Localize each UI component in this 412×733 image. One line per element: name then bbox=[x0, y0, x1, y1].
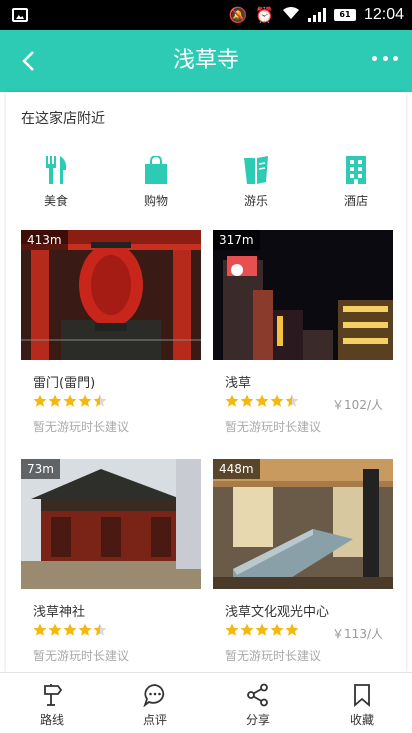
nearby-card: 在这家店附近 美食 购物 游乐 酒店 413m 雷门(雷門) 暂无游玩时长建议 … bbox=[6, 92, 406, 672]
place-card[interactable]: 73m 浅草神社 暂无游玩时长建议 bbox=[21, 459, 201, 664]
category-label: 美食 bbox=[43, 194, 68, 208]
star-icon bbox=[270, 394, 284, 407]
star-icon bbox=[240, 623, 254, 636]
share-icon bbox=[247, 683, 268, 707]
distance-badge: 73m bbox=[21, 459, 60, 479]
star-icon bbox=[33, 394, 47, 407]
tab-label: 路线 bbox=[39, 713, 64, 727]
star-icon bbox=[63, 394, 77, 407]
battery-icon: 61 bbox=[333, 9, 356, 21]
category-row: 美食 购物 游乐 酒店 bbox=[6, 156, 406, 216]
duration-hint: 暂无游玩时长建议 bbox=[33, 649, 130, 663]
place-price: ￥102/人 bbox=[332, 398, 383, 412]
place-name: 浅草神社 bbox=[33, 605, 86, 620]
category-label: 游乐 bbox=[243, 194, 268, 208]
status-bar: 🔕 ⏰ 61 12:04 bbox=[0, 0, 412, 30]
place-photo: 413m bbox=[21, 230, 201, 360]
distance-badge: 448m bbox=[213, 459, 260, 479]
rating-stars bbox=[225, 623, 299, 637]
alarm-icon: ⏰ bbox=[255, 6, 274, 24]
place-card[interactable]: 448m 浅草文化观光中心 ￥113/人 暂无游玩时长建议 bbox=[213, 459, 393, 664]
star-icon bbox=[255, 623, 269, 636]
star-icon bbox=[78, 394, 92, 407]
signpost-icon bbox=[44, 684, 63, 706]
more-button[interactable] bbox=[372, 56, 398, 66]
app-header: 浅草寺 bbox=[0, 30, 412, 92]
rating-stars bbox=[33, 394, 107, 408]
tab-label: 收藏 bbox=[349, 713, 374, 727]
place-name: 浅草 bbox=[225, 376, 252, 391]
bottom-action-bar: 路线 点评 分享 收藏 bbox=[0, 672, 412, 733]
rating-stars bbox=[225, 394, 299, 408]
tab-label: 点评 bbox=[142, 713, 167, 727]
section-title: 在这家店附近 bbox=[21, 111, 105, 127]
route-button[interactable]: 路线 bbox=[22, 683, 82, 728]
review-button[interactable]: 点评 bbox=[125, 683, 185, 728]
distance-badge: 413m bbox=[21, 230, 68, 250]
image-notification-icon bbox=[12, 8, 28, 22]
comment-icon bbox=[143, 684, 165, 707]
place-price: ￥113/人 bbox=[332, 627, 383, 641]
mute-icon: 🔕 bbox=[228, 6, 248, 24]
signal-icon bbox=[307, 8, 326, 22]
star-icon bbox=[63, 623, 77, 636]
place-name: 雷门(雷門) bbox=[33, 376, 96, 391]
category-entertainment[interactable]: 游乐 bbox=[216, 156, 296, 209]
star-icon bbox=[33, 623, 47, 636]
category-hotel[interactable]: 酒店 bbox=[316, 156, 396, 209]
star-icon bbox=[285, 623, 299, 636]
star-icon bbox=[285, 394, 299, 407]
star-icon bbox=[78, 623, 92, 636]
star-icon bbox=[48, 623, 62, 636]
building-icon bbox=[346, 156, 366, 184]
duration-hint: 暂无游玩时长建议 bbox=[225, 649, 322, 663]
category-label: 购物 bbox=[143, 194, 168, 208]
place-photo: 73m bbox=[21, 459, 201, 589]
distance-badge: 317m bbox=[213, 230, 260, 250]
star-icon bbox=[225, 394, 239, 407]
page-title: 浅草寺 bbox=[172, 48, 239, 73]
share-button[interactable]: 分享 bbox=[228, 683, 288, 728]
star-icon bbox=[255, 394, 269, 407]
star-icon bbox=[240, 394, 254, 407]
shopping-bag-icon bbox=[145, 156, 167, 184]
duration-hint: 暂无游玩时长建议 bbox=[225, 420, 322, 434]
more-dots-icon bbox=[372, 56, 377, 61]
star-icon bbox=[270, 623, 284, 636]
place-photo: 448m bbox=[213, 459, 393, 589]
star-icon bbox=[93, 394, 107, 407]
star-icon bbox=[93, 623, 107, 636]
wifi-icon bbox=[282, 5, 300, 25]
place-card[interactable]: 413m 雷门(雷門) 暂无游玩时长建议 bbox=[21, 230, 201, 435]
rating-stars bbox=[33, 623, 107, 637]
place-name: 浅草文化观光中心 bbox=[225, 605, 330, 620]
tab-label: 分享 bbox=[245, 713, 270, 727]
duration-hint: 暂无游玩时长建议 bbox=[33, 420, 130, 434]
category-food[interactable]: 美食 bbox=[16, 156, 96, 209]
fork-knife-icon bbox=[46, 156, 67, 184]
place-photo: 317m bbox=[213, 230, 393, 360]
category-label: 酒店 bbox=[343, 194, 368, 208]
category-shopping[interactable]: 购物 bbox=[116, 156, 196, 209]
ticket-icon bbox=[244, 156, 268, 184]
place-card[interactable]: 317m 浅草 ￥102/人 暂无游玩时长建议 bbox=[213, 230, 393, 435]
star-icon bbox=[225, 623, 239, 636]
bookmark-icon bbox=[354, 684, 370, 707]
star-icon bbox=[48, 394, 62, 407]
favorite-button[interactable]: 收藏 bbox=[332, 683, 392, 728]
clock: 12:04 bbox=[363, 6, 404, 23]
